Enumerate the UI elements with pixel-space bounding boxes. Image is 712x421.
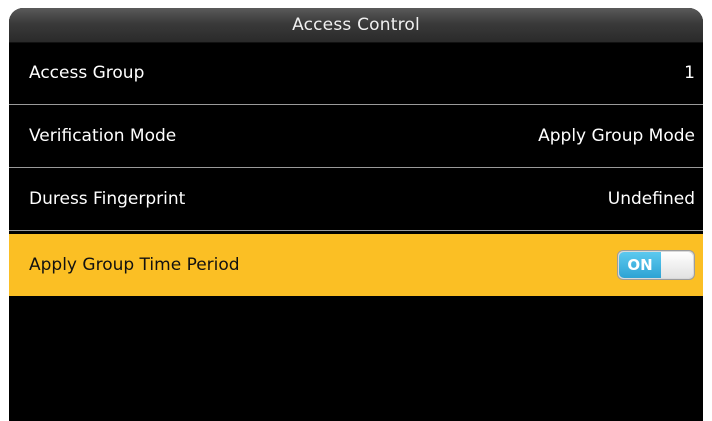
menu-item-label: Verification Mode — [29, 126, 177, 146]
menu-item-value: 1 — [684, 63, 695, 83]
menu-item-label: Duress Fingerprint — [29, 189, 186, 209]
menu-item-apply-group-time-period[interactable]: Apply Group Time Period ON — [9, 234, 703, 296]
menu-item-value: Apply Group Mode — [538, 126, 695, 146]
device-screen: Access Control Access Group 1 Verificati… — [9, 8, 703, 421]
menu-item-duress-fingerprint[interactable]: Duress Fingerprint Undefined — [9, 168, 703, 231]
menu-item-label: Apply Group Time Period — [29, 255, 240, 275]
menu-item-value: Undefined — [607, 189, 695, 209]
menu-item-verification-mode[interactable]: Verification Mode Apply Group Mode — [9, 105, 703, 168]
title-bar: Access Control — [9, 8, 703, 43]
page-title: Access Control — [292, 15, 420, 35]
toggle-switch[interactable]: ON — [617, 250, 695, 280]
menu-item-access-group[interactable]: Access Group 1 — [9, 42, 703, 105]
toggle-knob — [661, 252, 693, 278]
toggle-on-label: ON — [619, 252, 661, 278]
menu-item-label: Access Group — [29, 63, 145, 83]
